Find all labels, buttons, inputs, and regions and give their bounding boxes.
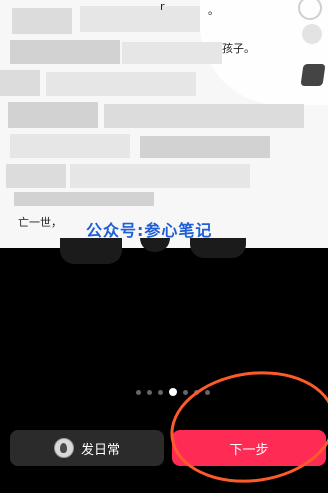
blurred-text-block bbox=[70, 164, 250, 188]
page-indicator bbox=[136, 388, 210, 396]
page-dot bbox=[194, 389, 199, 395]
text-fragment-top-end: 。 bbox=[208, 4, 219, 17]
blurred-text-block bbox=[0, 70, 40, 96]
annotation-circle bbox=[163, 360, 328, 493]
blurred-text-block bbox=[140, 136, 270, 158]
next-step-button[interactable]: 下一步 bbox=[172, 430, 326, 466]
blurred-text-block bbox=[122, 42, 222, 64]
page-dot bbox=[147, 389, 152, 395]
blurred-text-block bbox=[104, 104, 304, 128]
blurred-text-block bbox=[80, 6, 200, 32]
avatar bbox=[53, 438, 74, 458]
preview-image: r 。 孩子。 亡一世， 公众号:参心笔记 bbox=[0, 0, 328, 248]
page-dot bbox=[158, 389, 163, 395]
flower-icon bbox=[302, 24, 322, 44]
blurred-text-block bbox=[6, 164, 66, 188]
image-edge bbox=[0, 238, 328, 268]
page-dot bbox=[183, 389, 188, 395]
page-dot bbox=[205, 389, 210, 395]
text-fragment-top: r bbox=[160, 0, 165, 13]
blurred-text-block bbox=[46, 72, 196, 96]
blurred-text-block bbox=[8, 102, 98, 128]
text-fragment-bottom: 亡一世， bbox=[18, 216, 62, 229]
post-daily-label: 发日常 bbox=[80, 442, 120, 458]
blurred-text-block bbox=[12, 8, 72, 34]
blurred-text-block bbox=[10, 134, 130, 158]
page-dot-active bbox=[169, 388, 177, 396]
post-daily-button[interactable]: 发日常 bbox=[10, 430, 164, 466]
page-corner-icon bbox=[300, 64, 326, 86]
blurred-text-block bbox=[10, 40, 120, 64]
text-fragment-mid: 孩子。 bbox=[222, 42, 255, 55]
page-dot bbox=[136, 389, 141, 395]
blurred-text-block bbox=[14, 192, 154, 206]
next-step-label: 下一步 bbox=[229, 442, 269, 458]
